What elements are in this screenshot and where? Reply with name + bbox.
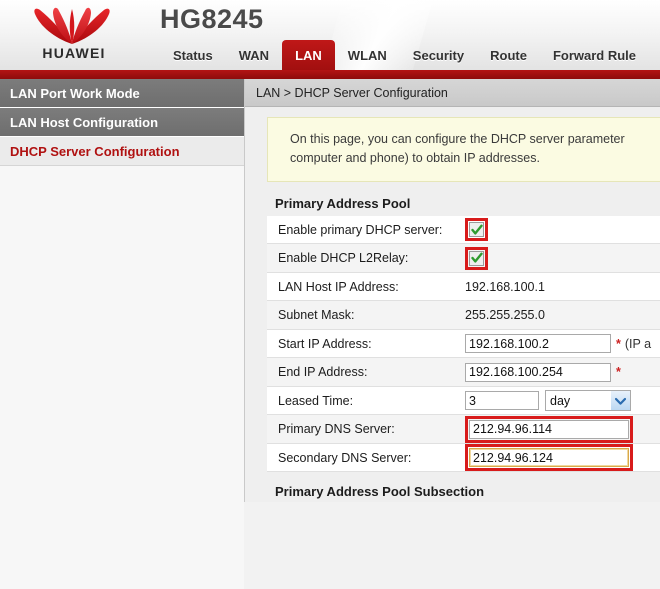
row-value (465, 444, 660, 471)
row-value (465, 415, 660, 443)
brand-logo: HUAWEI (14, 4, 134, 61)
annotation-box (465, 246, 488, 270)
row-label: Enable primary DHCP server: (278, 222, 443, 237)
page-body: LAN Port Work Mode LAN Host Configuratio… (0, 79, 660, 589)
row-label: LAN Host IP Address: (278, 279, 399, 294)
table-row: Enable primary DHCP server: (267, 215, 660, 245)
row-value: day (465, 390, 660, 411)
primary-dns-server-input[interactable] (469, 419, 629, 439)
row-label: Subnet Mask: (278, 308, 355, 322)
row-label: Primary DNS Server: (278, 422, 395, 436)
header-accent-bar (0, 70, 660, 79)
subnet-mask-value: 255.255.255.0 (465, 308, 545, 322)
nav-item-route[interactable]: Route (477, 40, 540, 70)
sidebar-item-label: LAN Host Configuration (10, 114, 159, 130)
secondary-dns-server-input[interactable] (469, 448, 629, 467)
table-row: LAN Host IP Address: 192.168.100.1 (267, 272, 660, 302)
main-inner: On this page, you can configure the DHCP… (245, 107, 660, 502)
primary-address-pool-form: Enable primary DHCP server: Enable DHCP … (267, 215, 660, 473)
check-icon (470, 252, 483, 263)
section-title-primary-address-pool: Primary Address Pool (275, 195, 411, 211)
row-label: Enable DHCP L2Relay: (278, 251, 409, 265)
start-ip-hint: (IP a (624, 336, 652, 351)
enable-dhcp-l2relay-checkbox[interactable] (469, 250, 484, 266)
sidebar-item-label: LAN Port Work Mode (10, 85, 140, 101)
nav-item-wan[interactable]: WAN (226, 40, 282, 70)
sidebar-item-dhcp-server-configuration[interactable]: DHCP Server Configuration (0, 137, 244, 166)
table-row: Leased Time: day (267, 386, 660, 416)
row-value (465, 218, 660, 241)
enable-primary-dhcp-server-checkbox[interactable] (469, 222, 484, 237)
main-navigation: Status WAN LAN WLAN Security Route Forwa… (160, 40, 649, 70)
annotation-box (465, 444, 633, 471)
table-row: Start IP Address: * (IP a (267, 329, 660, 359)
nav-item-security[interactable]: Security (400, 40, 477, 70)
end-ip-address-input[interactable] (465, 362, 611, 382)
check-icon (470, 224, 483, 235)
notice-line-2: computer and phone) to obtain IP address… (290, 151, 540, 166)
table-row: Enable DHCP L2Relay: (267, 244, 660, 273)
sidebar-empty-area (0, 166, 244, 589)
row-label: Secondary DNS Server: (278, 450, 412, 465)
nav-item-status[interactable]: Status (160, 40, 226, 70)
row-value: * (IP a (465, 334, 660, 353)
device-model-title: HG8245 (160, 4, 264, 34)
lan-host-ip-address-value: 192.168.100.1 (465, 279, 545, 294)
sidebar-item-label: DHCP Server Configuration (10, 143, 180, 159)
row-value (465, 246, 660, 270)
sidebar: LAN Port Work Mode LAN Host Configuratio… (0, 79, 245, 589)
nav-item-wlan[interactable]: WLAN (335, 40, 400, 70)
notice-line-1: On this page, you can configure the DHCP… (290, 132, 625, 146)
leased-time-unit-select[interactable]: day (545, 390, 631, 411)
leased-time-input[interactable] (465, 391, 539, 410)
main-content: LAN > DHCP Server Configuration On this … (245, 79, 660, 502)
required-marker: * (616, 365, 621, 379)
row-value: * (465, 362, 660, 382)
leased-time-unit-value: day (550, 393, 571, 408)
sidebar-item-lan-host-configuration[interactable]: LAN Host Configuration (0, 108, 244, 137)
row-label: Start IP Address: (278, 336, 372, 351)
table-row: End IP Address: * (267, 358, 660, 387)
brand-name: HUAWEI (42, 45, 106, 61)
subsection-title-primary-address-pool-subsection: Primary Address Pool Subsection (275, 484, 485, 500)
breadcrumb: LAN > DHCP Server Configuration (245, 79, 660, 107)
chevron-down-icon (611, 391, 630, 410)
table-row: Subnet Mask: 255.255.255.0 (267, 301, 660, 330)
required-marker: * (616, 336, 621, 351)
start-ip-address-input[interactable] (465, 334, 611, 353)
page-header: HUAWEI HG8245 Status WAN LAN WLAN Securi… (0, 0, 660, 70)
row-label: Leased Time: (278, 393, 354, 408)
info-notice: On this page, you can configure the DHCP… (267, 117, 660, 182)
annotation-box (465, 218, 488, 241)
annotation-box (465, 415, 633, 443)
sidebar-item-lan-port-work-mode[interactable]: LAN Port Work Mode (0, 79, 244, 108)
row-label: End IP Address: (278, 365, 368, 379)
nav-item-lan[interactable]: LAN (282, 40, 335, 70)
huawei-flower-logo-icon (34, 7, 110, 44)
table-row: Primary DNS Server: (267, 415, 660, 444)
table-row: Secondary DNS Server: (267, 443, 660, 473)
nav-item-forward-rule[interactable]: Forward Rule (540, 40, 649, 70)
